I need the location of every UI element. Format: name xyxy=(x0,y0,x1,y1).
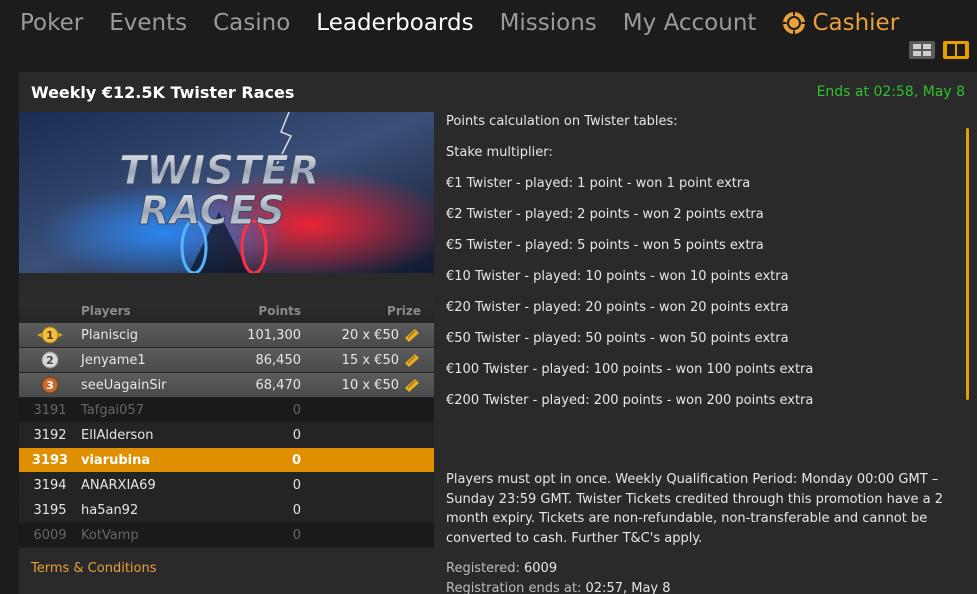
table-row[interactable]: 3 seeUagainSir 68,470 10 x €50 xyxy=(19,373,434,398)
points-header: Points xyxy=(258,304,301,318)
leaderboard-panel: Weekly €12.5K Twister Races Ends at 02:5… xyxy=(19,72,977,594)
ticket-icon xyxy=(405,329,419,342)
nav-poker[interactable]: Poker xyxy=(20,10,83,36)
points-info: Points calculation on Twister tables: St… xyxy=(446,112,956,423)
player-points: 0 xyxy=(292,477,301,493)
player-points: 0 xyxy=(292,402,301,418)
ticket-icon xyxy=(405,354,419,367)
bronze-medal-icon: 3 xyxy=(41,376,59,394)
player-name: viarubina xyxy=(81,452,151,468)
leaderboard-table: Players Points Prize 1 Planiscig 101,300… xyxy=(19,273,434,548)
registered-line: Registered: 6009 xyxy=(446,559,671,579)
registered-label: Registered: xyxy=(446,561,520,576)
points-line: €200 Twister - played: 200 points - won … xyxy=(446,393,814,408)
rank: 6009 xyxy=(33,527,67,543)
nav-leaderboards[interactable]: Leaderboards xyxy=(316,10,473,36)
registration-ends-value: 02:57, May 8 xyxy=(585,581,671,594)
prize-text: 10 x €50 xyxy=(341,377,399,393)
ends-at-text: Ends at 02:58, May 8 xyxy=(816,84,965,100)
medal-rank: 2 xyxy=(46,354,54,367)
player-name: EllAlderson xyxy=(81,427,154,443)
twister-races-banner: TWISTER RACES xyxy=(19,112,434,273)
multiplier-title: Stake multiplier: xyxy=(446,145,553,160)
column-view-icon[interactable] xyxy=(943,41,969,59)
table-header: Players Points Prize xyxy=(19,299,434,323)
player-points: 0 xyxy=(292,527,301,543)
medal-rank: 3 xyxy=(46,379,54,392)
nav-casino[interactable]: Casino xyxy=(213,10,290,36)
player-name: KotVamp xyxy=(81,527,139,543)
view-toggles xyxy=(909,41,969,59)
top-navigation: Poker Events Casino Leaderboards Mission… xyxy=(0,0,977,46)
banner-image: TWISTER RACES xyxy=(19,112,434,273)
player-name: ha5an92 xyxy=(81,502,139,518)
players-header: Players xyxy=(81,304,131,318)
rank: 3191 xyxy=(33,402,67,418)
table-row[interactable]: 3191 Tafgai057 0 xyxy=(19,398,434,423)
registration-ends-line: Registration ends at: 02:57, May 8 xyxy=(446,579,671,594)
cashier-label: Cashier xyxy=(812,10,900,36)
points-line: €100 Twister - played: 100 points - won … xyxy=(446,362,814,377)
scrollbar[interactable] xyxy=(966,128,969,400)
rank: 3195 xyxy=(33,502,67,518)
table-row[interactable]: 3195 ha5an92 0 xyxy=(19,498,434,523)
prize-text: 15 x €50 xyxy=(341,352,399,368)
points-line: €2 Twister - played: 2 points - won 2 po… xyxy=(446,207,764,222)
grid-view-icon[interactable] xyxy=(909,41,935,59)
player-points: 0 xyxy=(292,427,301,443)
nav-events[interactable]: Events xyxy=(109,10,187,36)
player-name: ANARXIA69 xyxy=(81,477,156,493)
player-name: seeUagainSir xyxy=(81,377,167,393)
table-row[interactable]: 6009 KotVamp 0 xyxy=(19,523,434,548)
silver-medal-icon: 2 xyxy=(41,351,59,369)
nav-missions[interactable]: Missions xyxy=(500,10,597,36)
points-line: €20 Twister - played: 20 points - won 20… xyxy=(446,300,789,315)
registration-ends-label: Registration ends at: xyxy=(446,581,582,594)
opt-in-text: Players must opt in once. Weekly Qualifi… xyxy=(446,472,943,546)
terms-conditions-link[interactable]: Terms & Conditions xyxy=(31,561,157,576)
table-row[interactable]: 3194 ANARXIA69 0 xyxy=(19,473,434,498)
player-points: 86,450 xyxy=(255,352,302,368)
rank: 3193 xyxy=(31,452,69,468)
table-row[interactable]: 3192 EllAlderson 0 xyxy=(19,423,434,448)
player-name: Planiscig xyxy=(81,327,139,343)
points-line: €50 Twister - played: 50 points - won 50… xyxy=(446,331,789,346)
table-row[interactable]: 1 Planiscig 101,300 20 x €50 xyxy=(19,323,434,348)
points-line: €5 Twister - played: 5 points - won 5 po… xyxy=(446,238,764,253)
banner-title-line2: RACES xyxy=(139,188,285,234)
prize-header: Prize xyxy=(387,304,421,318)
panel-title: Weekly €12.5K Twister Races xyxy=(31,82,295,102)
player-points: 0 xyxy=(291,452,301,468)
rank: 3194 xyxy=(33,477,67,493)
panel-header: Weekly €12.5K Twister Races Ends at 02:5… xyxy=(19,72,977,112)
registered-value: 6009 xyxy=(524,561,558,576)
registration-info: Registered: 6009 Registration ends at: 0… xyxy=(446,559,671,594)
rank: 3192 xyxy=(33,427,67,443)
player-name: Jenyame1 xyxy=(81,352,146,368)
nav-cashier[interactable]: Cashier xyxy=(782,10,899,36)
medal-rank: 1 xyxy=(46,329,54,342)
points-line: €1 Twister - played: 1 point - won 1 poi… xyxy=(446,176,751,191)
table-row[interactable]: 2 Jenyame1 86,450 15 x €50 xyxy=(19,348,434,373)
prize-text: 20 x €50 xyxy=(341,327,399,343)
nav-my-account[interactable]: My Account xyxy=(623,10,757,36)
ticket-icon xyxy=(405,379,419,392)
calc-title: Points calculation on Twister tables: xyxy=(446,114,678,129)
player-name: Tafgai057 xyxy=(81,402,144,418)
gold-medal-icon: 1 xyxy=(37,326,63,344)
player-points: 0 xyxy=(292,502,301,518)
poker-chip-icon xyxy=(782,11,806,35)
player-points: 101,300 xyxy=(247,327,301,343)
current-user-row[interactable]: 3193 viarubina 0 xyxy=(19,448,434,473)
player-points: 68,470 xyxy=(255,377,302,393)
points-line: €10 Twister - played: 10 points - won 10… xyxy=(446,269,789,284)
